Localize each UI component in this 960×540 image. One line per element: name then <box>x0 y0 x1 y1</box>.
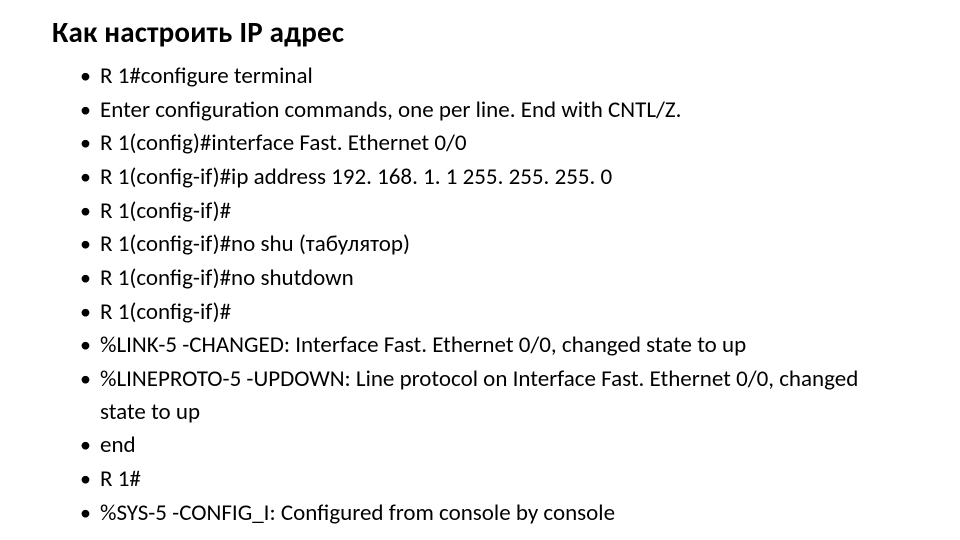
list-item: Enter configuration commands, one per li… <box>80 94 908 127</box>
bullet-list: R 1#configure terminal Enter configurati… <box>52 60 908 529</box>
list-item: %SYS-5 -CONFIG_I: Configured from consol… <box>80 497 908 530</box>
list-item: end <box>80 429 908 462</box>
list-item: %LINK-5 -CHANGED: Interface Fast. Ethern… <box>80 329 908 362</box>
list-item: R 1(config-if)#no shutdown <box>80 262 908 295</box>
list-item: R 1(config-if)#no shu (табулятор) <box>80 228 908 261</box>
list-item: %LINEPROTO-5 -UPDOWN: Line protocol on I… <box>80 363 908 428</box>
page-title: Как настроить IP адрес <box>52 14 908 50</box>
list-item: R 1(config)#interface Fast. Ethernet 0/0 <box>80 127 908 160</box>
list-item: R 1(config-if)# <box>80 195 908 228</box>
list-item: R 1# <box>80 463 908 496</box>
list-item: R 1#configure terminal <box>80 60 908 93</box>
list-item: R 1(config-if)# <box>80 296 908 329</box>
list-item: R 1(config-if)#ip address 192. 168. 1. 1… <box>80 161 908 194</box>
